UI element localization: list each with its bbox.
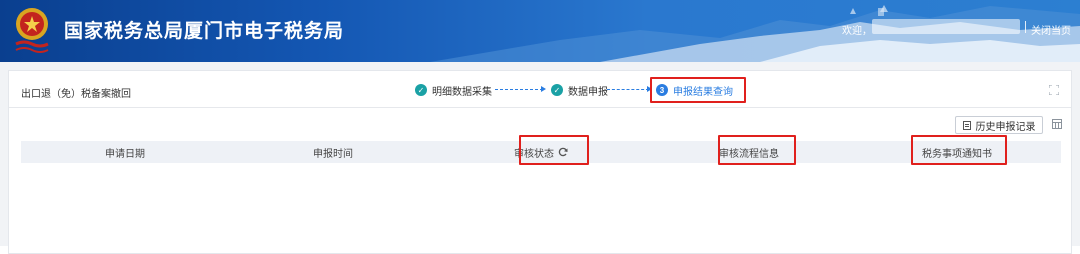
history-records-button[interactable]: 历史申报记录 [955,116,1043,134]
column-review-status[interactable]: 审核状态 [437,141,645,163]
step-result-query[interactable]: 3 申报结果查询 [656,78,733,102]
close-page-link[interactable]: 关闭当页 [1031,22,1071,37]
page-breadcrumb: 出口退（免）税备案撤回 [21,89,131,100]
site-header: 国家税务总局厦门市电子税务局 欢迎， 关闭当页 [0,0,1080,62]
step-detail-collection[interactable]: ✓ 明细数据采集 [415,78,492,102]
step-number-badge: 3 [656,84,668,96]
column-review-flow[interactable]: 审核流程信息 [645,141,853,163]
step-data-declare[interactable]: ✓ 数据申报 [551,78,608,102]
refresh-icon[interactable] [558,147,568,157]
panel-divider [9,107,1071,108]
step-label: 明细数据采集 [432,86,492,98]
site-title: 国家税务总局厦门市电子税务局 [64,21,345,42]
column-apply-date[interactable]: 申请日期 [21,141,229,163]
step-label: 数据申报 [568,86,608,98]
history-records-label: 历史申报记录 [975,121,1036,133]
check-circle-icon: ✓ [551,84,563,96]
workspace: 出口退（免）税备案撤回 ✓ 明细数据采集 ✓ 数据申报 3 申报结果查询 历史申… [0,62,1080,254]
welcome-text: 欢迎， [842,26,872,37]
header-separator [1025,21,1026,33]
check-circle-icon: ✓ [415,84,427,96]
step-label: 申报结果查询 [673,86,733,98]
fullscreen-expand-icon[interactable] [1049,85,1059,95]
main-panel: 出口退（免）税备案撤回 ✓ 明细数据采集 ✓ 数据申报 3 申报结果查询 历史申… [8,70,1072,254]
document-icon [962,120,971,130]
column-tax-notice[interactable]: 税务事项通知书 [853,141,1061,163]
tax-emblem-logo [15,8,49,53]
step-connector-arrow [607,86,652,92]
column-declare-time[interactable]: 申报时间 [229,141,437,163]
result-table-body [21,163,1061,243]
column-settings-icon[interactable] [1052,119,1062,129]
column-review-status-label: 审核状态 [514,148,554,160]
result-table-header: 申请日期 申报时间 审核状态 审核流程信息 税务事项通知书 [21,141,1061,163]
step-connector-arrow [495,86,546,92]
masked-username [872,19,1020,34]
